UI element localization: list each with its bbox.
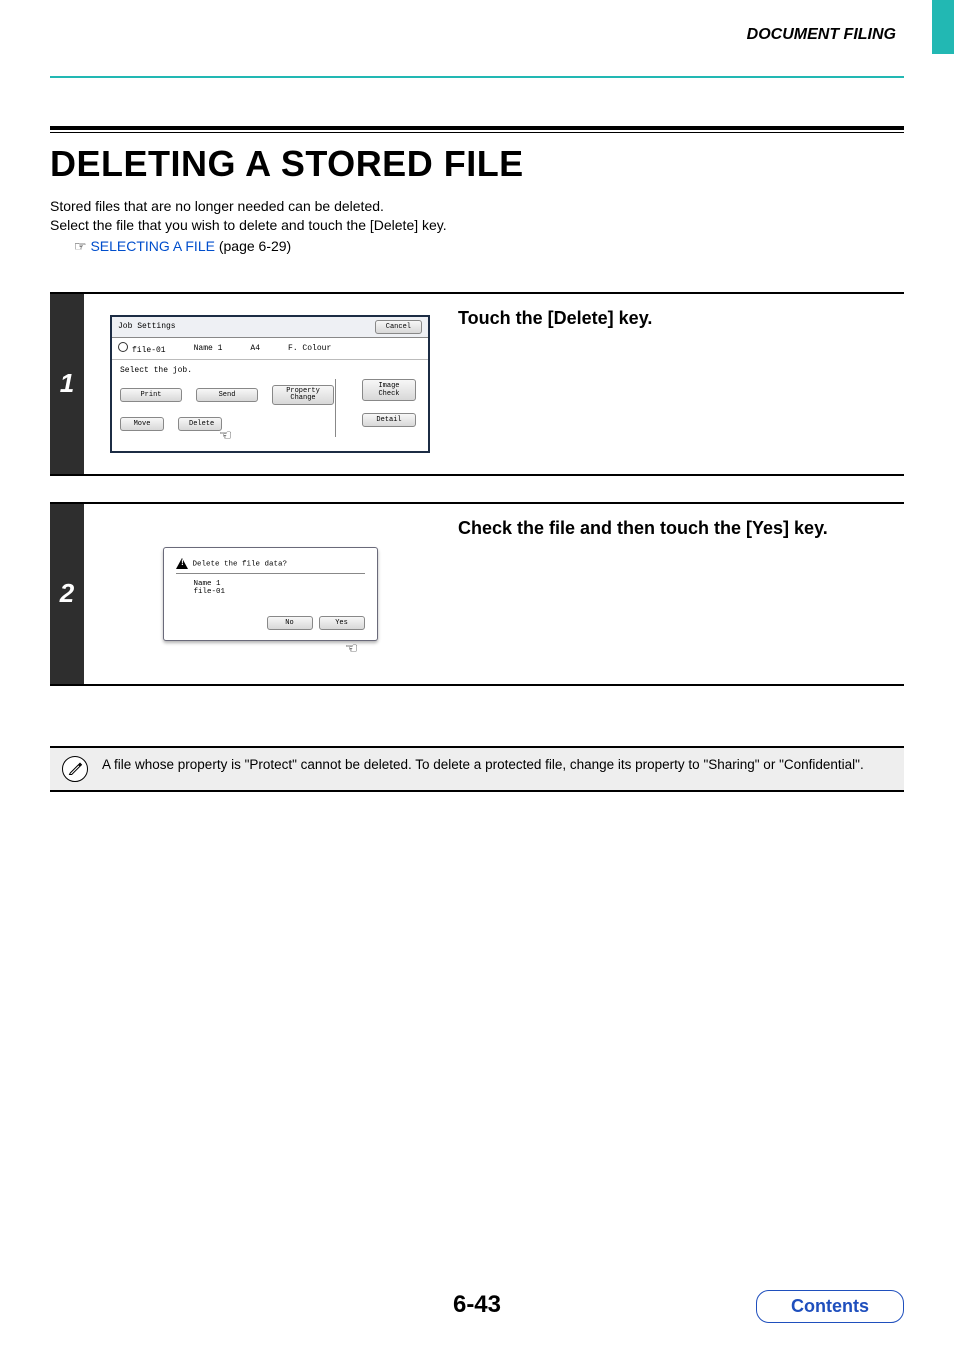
- job-settings-panel: Job Settings Cancel file-01 Name 1 A4 F.…: [110, 315, 430, 453]
- property-change-button[interactable]: Property Change: [272, 385, 334, 405]
- panel-title: Job Settings: [118, 322, 176, 331]
- move-button[interactable]: Move: [120, 417, 164, 431]
- step-number-1: 1: [50, 294, 84, 474]
- panel-prompt: Select the job.: [120, 366, 420, 375]
- intro-block: Stored files that are no longer needed c…: [50, 197, 904, 256]
- print-button[interactable]: Print: [120, 388, 182, 402]
- delete-button[interactable]: Delete: [178, 417, 222, 431]
- note-text: A file whose property is "Protect" canno…: [102, 756, 864, 774]
- file-name: file-01: [132, 346, 166, 355]
- step2-heading: Check the file and then touch the [Yes] …: [448, 504, 904, 684]
- intro-line2: Select the file that you wish to delete …: [50, 216, 904, 235]
- intro-link-page: (page 6-29): [215, 238, 291, 254]
- dialog-question: Delete the file data?: [193, 560, 288, 568]
- divider: [335, 379, 336, 437]
- send-button[interactable]: Send: [196, 388, 258, 402]
- section-header: DOCUMENT FILING: [50, 20, 904, 44]
- title-rule-inner: [50, 132, 904, 133]
- cancel-button[interactable]: Cancel: [375, 320, 422, 334]
- step1-heading: Touch the [Delete] key.: [448, 294, 904, 474]
- file-size: A4: [250, 344, 260, 353]
- intro-line1: Stored files that are no longer needed c…: [50, 197, 904, 216]
- intro-link[interactable]: SELECTING A FILE: [90, 238, 215, 254]
- file-icon: [118, 342, 128, 352]
- image-check-button[interactable]: Image Check: [362, 379, 416, 401]
- detail-button[interactable]: Detail: [362, 413, 416, 427]
- warning-icon: [176, 558, 188, 569]
- file-colour: F. Colour: [288, 344, 331, 353]
- pointer-hand-icon: ☞: [346, 638, 357, 660]
- header-rule: [50, 76, 904, 78]
- note-icon: [62, 756, 88, 782]
- step-2: 2 Delete the file data? Name 1 file-01 N…: [50, 502, 904, 686]
- confirm-dialog: Delete the file data? Name 1 file-01 No …: [163, 547, 378, 641]
- yes-button[interactable]: Yes: [319, 616, 365, 630]
- title-rule-outer: [50, 126, 904, 133]
- file-owner: Name 1: [194, 344, 223, 353]
- page-title: DELETING A STORED FILE: [50, 143, 904, 185]
- dialog-file: file-01: [194, 588, 365, 596]
- note-box: A file whose property is "Protect" canno…: [50, 746, 904, 792]
- step-number-2: 2: [50, 504, 84, 684]
- contents-button[interactable]: Contents: [756, 1290, 904, 1323]
- no-button[interactable]: No: [267, 616, 313, 630]
- dialog-name: Name 1: [194, 580, 365, 588]
- pointer-hand-icon: ☞: [220, 425, 231, 447]
- step-1: 1 Job Settings Cancel file-01 Name 1 A4 …: [50, 292, 904, 476]
- accent-bar: [932, 0, 954, 54]
